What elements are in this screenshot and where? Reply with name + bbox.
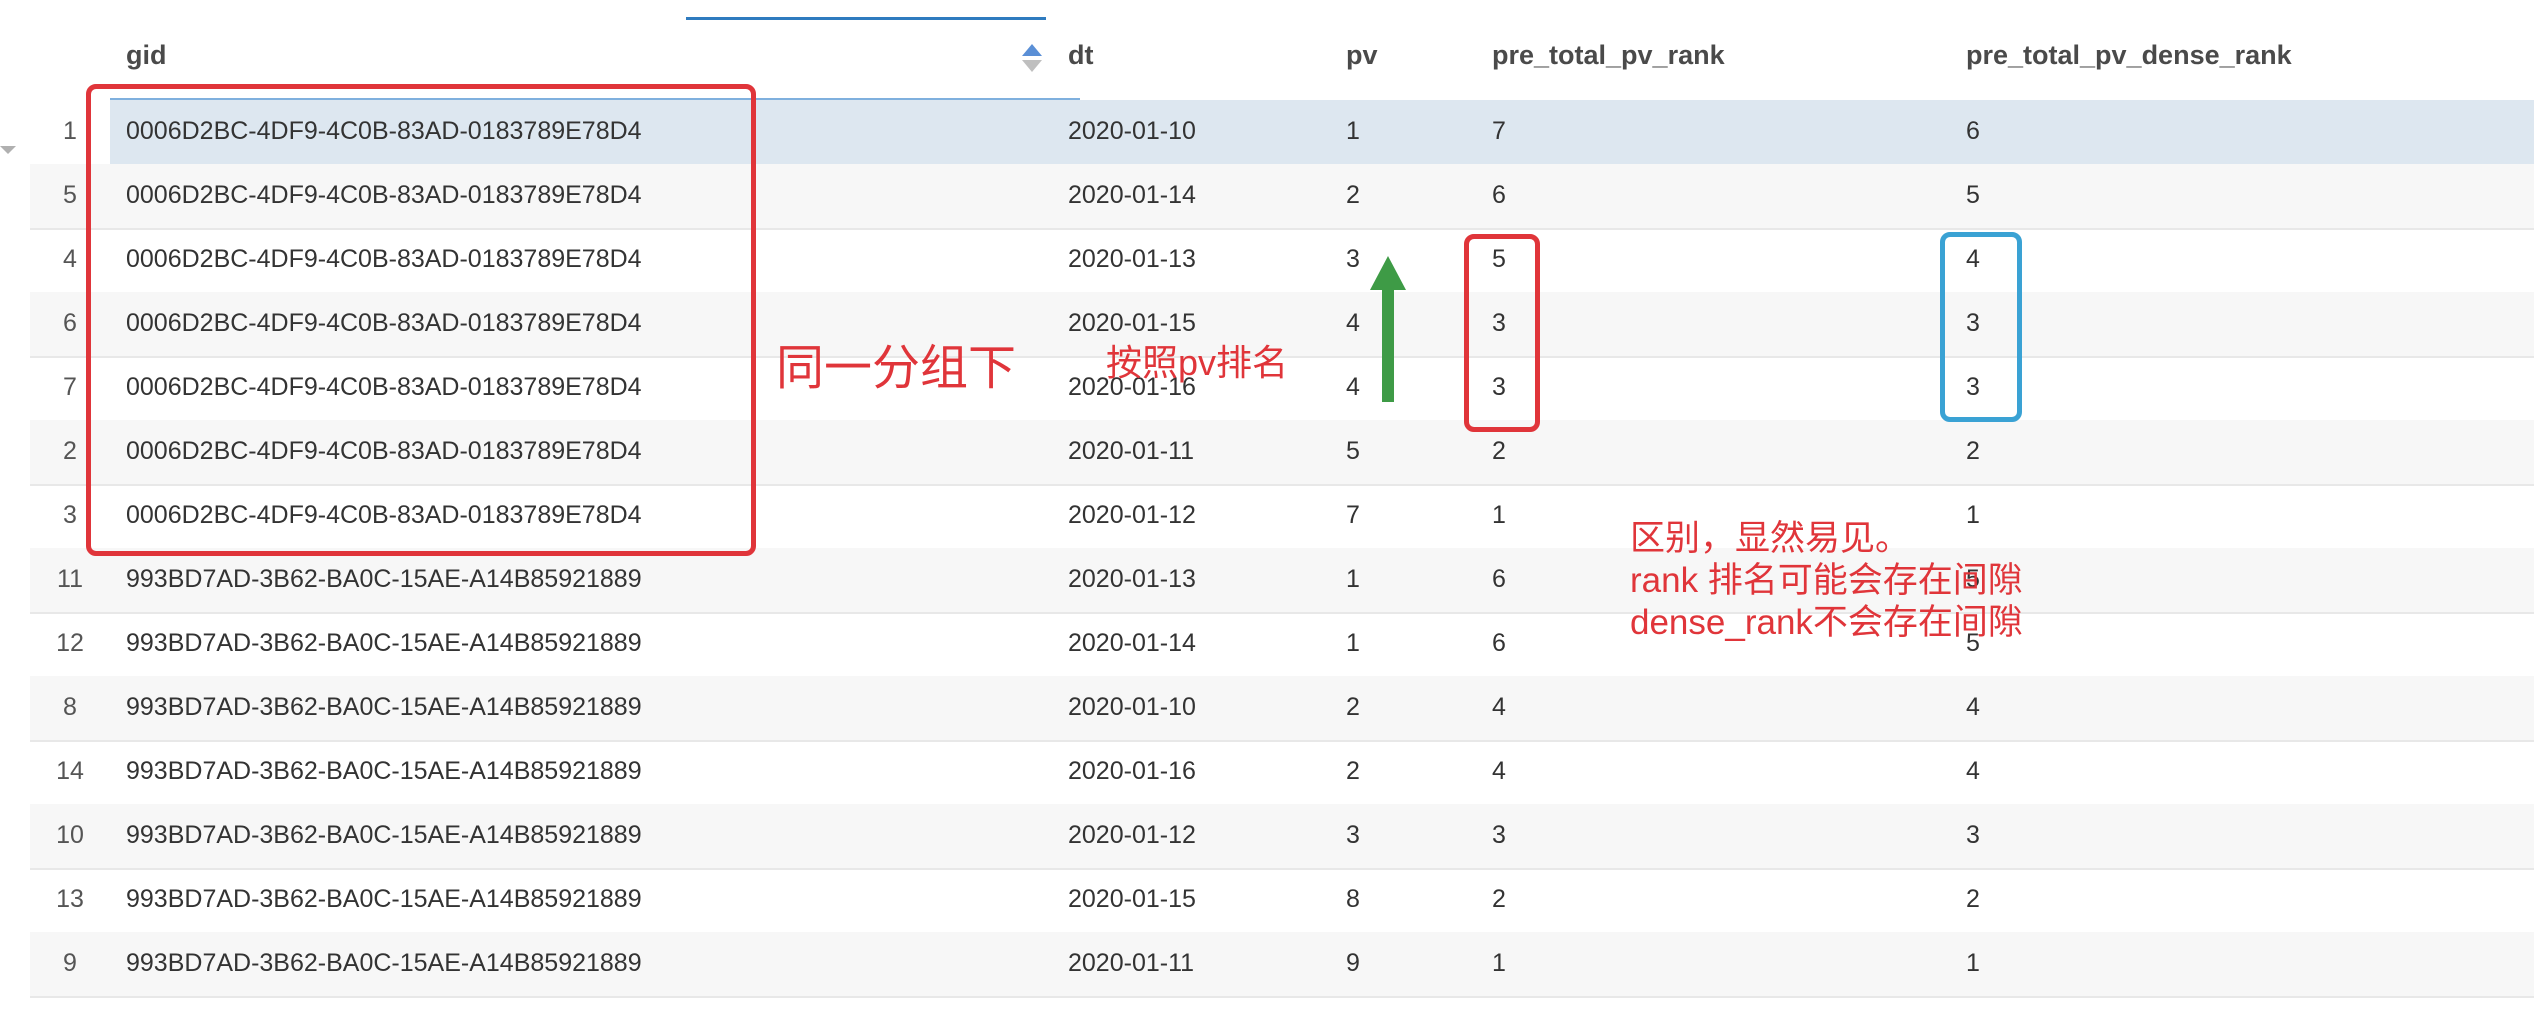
rank-cell[interactable]: 6 [1492, 181, 1506, 210]
rank-cell[interactable]: 7 [1492, 117, 1506, 146]
pv-cell[interactable]: 9 [1346, 949, 1360, 978]
annotation-difference-line3: dense_rank不会存在间隙 [1630, 603, 2023, 642]
column-header-rank[interactable]: pre_total_pv_rank [1492, 40, 1725, 71]
pv-cell[interactable]: 4 [1346, 373, 1360, 402]
row-number-cell[interactable]: 12 [30, 629, 110, 658]
pv-cell[interactable]: 5 [1346, 437, 1360, 466]
up-arrow-icon [1370, 256, 1406, 402]
annotation-difference-line1: 区别，显然易见。 [1630, 519, 1911, 558]
row-number-cell[interactable]: 10 [30, 821, 110, 850]
table-row[interactable]: 14 993BD7AD-3B62-BA0C-15AE-A14B85921889 20… [30, 740, 2534, 806]
dt-cell[interactable]: 2020-01-12 [1068, 821, 1196, 850]
pv-cell[interactable]: 3 [1346, 821, 1360, 850]
rank-cell[interactable]: 1 [1492, 949, 1506, 978]
row-number-cell[interactable]: 11 [30, 565, 110, 594]
dt-cell[interactable]: 2020-01-15 [1068, 885, 1196, 914]
dense-rank-cell[interactable]: 4 [1966, 693, 1980, 722]
dense-rank-cell[interactable]: 5 [1966, 181, 1980, 210]
column-header-dense-rank[interactable]: pre_total_pv_dense_rank [1966, 40, 2292, 71]
pv-cell[interactable]: 1 [1346, 629, 1360, 658]
row-number-cell[interactable]: 14 [30, 757, 110, 786]
gid-cell[interactable]: 993BD7AD-3B62-BA0C-15AE-A14B85921889 [126, 757, 642, 786]
dense-rank-cell[interactable]: 6 [1966, 117, 1980, 146]
dense-rank-cell[interactable]: 2 [1966, 437, 1980, 466]
pv-cell[interactable]: 2 [1346, 181, 1360, 210]
column-header-gid[interactable]: gid [126, 40, 167, 71]
rank-cell[interactable]: 2 [1492, 885, 1506, 914]
pv-cell[interactable]: 8 [1346, 885, 1360, 914]
dt-cell[interactable]: 2020-01-13 [1068, 245, 1196, 274]
dt-cell[interactable]: 2020-01-13 [1068, 565, 1196, 594]
pv-cell[interactable]: 1 [1346, 565, 1360, 594]
table-row[interactable]: 8 993BD7AD-3B62-BA0C-15AE-A14B85921889 202… [30, 676, 2534, 742]
gid-cell[interactable]: 993BD7AD-3B62-BA0C-15AE-A14B85921889 [126, 693, 642, 722]
gid-cell[interactable]: 993BD7AD-3B62-BA0C-15AE-A14B85921889 [126, 629, 642, 658]
pv-cell[interactable]: 4 [1346, 309, 1360, 338]
annotation-same-group: 同一分组下 [776, 342, 1017, 395]
dt-cell[interactable]: 2020-01-10 [1068, 693, 1196, 722]
gid-cell[interactable]: 993BD7AD-3B62-BA0C-15AE-A14B85921889 [126, 565, 642, 594]
dense-rank-cell[interactable]: 3 [1966, 821, 1980, 850]
row-number-cell[interactable]: 13 [30, 885, 110, 914]
dense-rank-cell[interactable]: 2 [1966, 885, 1980, 914]
gid-cell[interactable]: 993BD7AD-3B62-BA0C-15AE-A14B85921889 [126, 885, 642, 914]
dense-rank-highlight-box [1940, 232, 2022, 422]
gid-cell[interactable]: 993BD7AD-3B62-BA0C-15AE-A14B85921889 [126, 949, 642, 978]
pv-cell[interactable]: 1 [1346, 117, 1360, 146]
table-row[interactable]: 12 993BD7AD-3B62-BA0C-15AE-A14B85921889 20… [30, 612, 2534, 678]
table-row[interactable]: 10 993BD7AD-3B62-BA0C-15AE-A14B85921889 20… [30, 804, 2534, 870]
rank-cell[interactable]: 3 [1492, 821, 1506, 850]
gid-cell[interactable]: 993BD7AD-3B62-BA0C-15AE-A14B85921889 [126, 821, 642, 850]
table-row[interactable]: 13 993BD7AD-3B62-BA0C-15AE-A14B85921889 20… [30, 868, 2534, 934]
row-collapse-icon [0, 146, 16, 154]
row-number-cell[interactable]: 9 [30, 949, 110, 978]
dt-cell[interactable]: 2020-01-10 [1068, 117, 1196, 146]
rank-cell[interactable]: 4 [1492, 757, 1506, 786]
sort-ascending-icon[interactable] [1022, 40, 1042, 72]
annotation-difference-line2: rank 排名可能会存在间隙 [1630, 561, 2023, 600]
dt-cell[interactable]: 2020-01-11 [1068, 437, 1194, 466]
rank-cell[interactable]: 6 [1492, 565, 1506, 594]
table-row[interactable]: 11 993BD7AD-3B62-BA0C-15AE-A14B85921889 20… [30, 548, 2534, 614]
dense-rank-cell[interactable]: 4 [1966, 757, 1980, 786]
pv-cell[interactable]: 3 [1346, 245, 1360, 274]
dt-cell[interactable]: 2020-01-14 [1068, 181, 1196, 210]
pv-cell[interactable]: 2 [1346, 693, 1360, 722]
dt-cell[interactable]: 2020-01-11 [1068, 949, 1194, 978]
pv-cell[interactable]: 2 [1346, 757, 1360, 786]
table-row[interactable]: 9 993BD7AD-3B62-BA0C-15AE-A14B85921889 202… [30, 932, 2534, 998]
column-resize-indicator [686, 17, 1046, 20]
column-header-dt[interactable]: dt [1068, 40, 1093, 71]
column-header-pv[interactable]: pv [1346, 40, 1378, 71]
dt-cell[interactable]: 2020-01-16 [1068, 757, 1196, 786]
row-number-cell[interactable]: 8 [30, 693, 110, 722]
rank-cell[interactable]: 4 [1492, 693, 1506, 722]
dt-cell[interactable]: 2020-01-12 [1068, 501, 1196, 530]
rank-cell[interactable]: 1 [1492, 501, 1506, 530]
group-highlight-box [86, 84, 756, 556]
dense-rank-cell[interactable]: 1 [1966, 949, 1980, 978]
rank-cell[interactable]: 6 [1492, 629, 1506, 658]
dt-cell[interactable]: 2020-01-14 [1068, 629, 1196, 658]
annotation-difference: 区别，显然易见。 rank 排名可能会存在间隙 dense_rank不会存在间隙 [1630, 518, 2023, 644]
rank-cell[interactable]: 2 [1492, 437, 1506, 466]
rank-gap-highlight-box [1464, 234, 1540, 432]
annotation-rank-by-pv: 按照pv排名 [1106, 342, 1289, 383]
pv-cell[interactable]: 7 [1346, 501, 1360, 530]
